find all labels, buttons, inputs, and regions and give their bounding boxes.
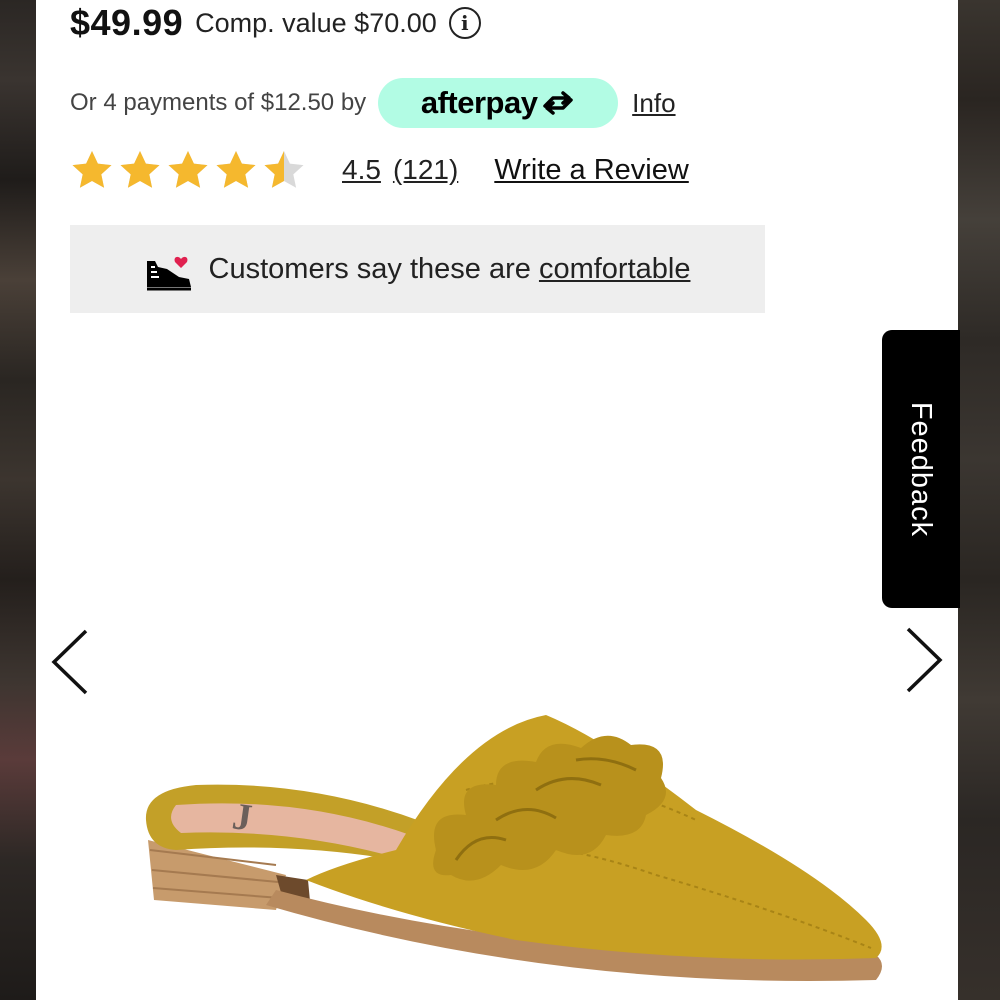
afterpay-badge[interactable]: afterpay [378, 78, 619, 128]
afterpay-arrows-icon [543, 91, 574, 115]
comp-value: Comp. value $70.00 [195, 7, 437, 38]
afterpay-logo-text: afterpay [420, 85, 538, 120]
chevron-left-icon[interactable] [50, 628, 90, 696]
price: $49.99 [70, 2, 184, 43]
info-icon[interactable]: i [448, 7, 481, 39]
afterpay-row: Or 4 payments of $12.50 by afterpay Info [70, 78, 676, 128]
feedback-tab[interactable]: Feedback [882, 330, 960, 608]
rating-count[interactable]: (121) [393, 154, 458, 186]
sneaker-heart-icon [146, 256, 191, 291]
star [214, 149, 258, 191]
star-icon [120, 151, 160, 188]
background-right [958, 0, 1000, 1000]
star-icon [216, 151, 256, 188]
price-row: $49.99 Comp. value $70.00 i [70, 0, 481, 46]
star [70, 149, 114, 191]
write-review-link[interactable]: Write a Review [494, 154, 688, 187]
comfortable-link[interactable]: comfortable [539, 253, 691, 285]
installment-text: Or 4 payments of $12.50 by [70, 89, 367, 116]
star-icon [168, 151, 208, 188]
afterpay-info-link[interactable]: Info [632, 88, 675, 119]
product-image: J [145, 715, 882, 982]
star [166, 149, 210, 191]
star-rating[interactable] [70, 149, 306, 191]
star-icon [264, 151, 304, 188]
rating-average[interactable]: 4.5 [342, 154, 381, 186]
feedback-label: Feedback [905, 401, 938, 537]
comfort-prefix: Customers say these are [208, 252, 531, 285]
comfort-banner: Customers say these are comfortable [70, 225, 765, 313]
chevron-right-icon[interactable] [904, 626, 944, 694]
star [118, 149, 162, 191]
product-page: $49.99 Comp. value $70.00 i Or 4 payment… [36, 0, 958, 1000]
star-icon [72, 151, 112, 188]
rating-row: 4.5 (121) Write a Review [70, 145, 689, 195]
comfort-text: Customers say these are comfortable [209, 253, 691, 286]
star [262, 149, 306, 191]
background-left [0, 0, 36, 1000]
